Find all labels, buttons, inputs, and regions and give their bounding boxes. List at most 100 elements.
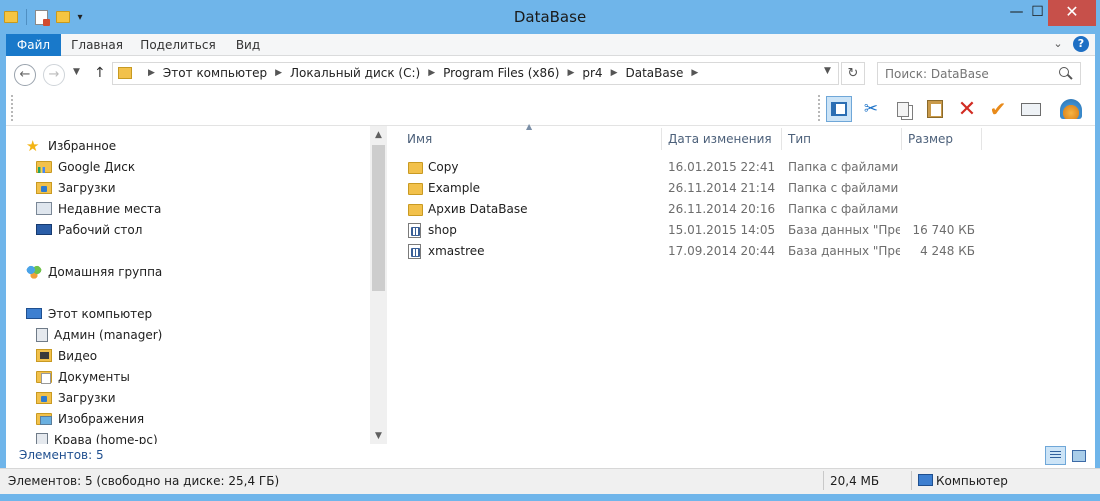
file-name-label: Архив DataBase [428, 202, 528, 216]
file-date: 17.09.2014 20:44 [668, 244, 776, 258]
file-name: Архив DataBase [408, 199, 528, 220]
file-row[interactable]: Example 26.11.2014 21:14 Папка с файлами [401, 178, 1001, 199]
status-bar [6, 444, 1095, 468]
column-header-date[interactable]: Дата изменения [662, 128, 782, 150]
column-header-size[interactable]: Размер [902, 128, 982, 150]
scrollbar-thumb[interactable] [372, 145, 385, 291]
search-input[interactable] [885, 62, 1055, 85]
nav-label: Google Диск [58, 159, 136, 174]
details-view-icon[interactable] [1045, 446, 1066, 465]
scroll-up-icon[interactable]: ▲ [370, 128, 387, 142]
chevron-right-icon[interactable]: ▶ [691, 62, 698, 85]
breadcrumb-item[interactable]: DataBase [625, 62, 683, 85]
qat-dropdown-icon[interactable]: ▾ [74, 12, 86, 23]
breadcrumb-item[interactable]: Этот компьютер [163, 62, 267, 85]
file-row[interactable]: shop 15.01.2015 14:05 База данных "Пре..… [401, 220, 1001, 241]
quick-access-toolbar: ▾ [4, 6, 86, 28]
item-count: Элементов: 5 [19, 448, 104, 462]
file-size [901, 199, 975, 220]
rename-icon[interactable]: ✔ [985, 96, 1011, 122]
status-divider [911, 471, 912, 490]
file-type: Папка с файлами [788, 181, 899, 195]
chevron-right-icon[interactable]: ▶ [428, 62, 435, 85]
help-icon[interactable]: ? [1073, 36, 1089, 52]
address-history-icon[interactable]: ▼ [824, 66, 831, 76]
network-drive-icon [36, 327, 48, 342]
nav-desktop[interactable]: Рабочий стол [36, 219, 142, 240]
file-type: База данных "Пре... [788, 223, 900, 237]
column-header-name[interactable]: Имя [401, 128, 662, 150]
database-file-icon [408, 244, 421, 259]
maximize-button[interactable]: ☐ [1025, 0, 1050, 26]
breadcrumb-item[interactable]: pr4 [582, 62, 602, 85]
properties-icon[interactable] [1018, 96, 1044, 122]
nav-downloads-pc[interactable]: Загрузки [36, 387, 116, 408]
computer-icon [918, 474, 933, 486]
up-button[interactable]: ↑ [94, 65, 106, 81]
chevron-right-icon[interactable]: ▶ [567, 62, 574, 85]
nav-videos[interactable]: Видео [36, 345, 97, 366]
desktop-icon [36, 224, 52, 235]
nav-recent-places[interactable]: Недавние места [36, 198, 161, 219]
nav-this-pc[interactable]: Этот компьютер [26, 303, 152, 324]
chevron-right-icon[interactable]: ▶ [611, 62, 618, 85]
nav-google-drive[interactable]: Google Диск [36, 156, 135, 177]
tab-home[interactable]: Главная [66, 34, 128, 56]
paste-icon[interactable] [922, 96, 948, 122]
preview-pane-icon[interactable] [826, 96, 852, 122]
file-size [901, 157, 975, 178]
file-name: Copy [408, 157, 458, 178]
file-name: Example [408, 178, 480, 199]
forward-button[interactable]: → [43, 64, 65, 86]
nav-label: Документы [58, 369, 130, 384]
search-icon[interactable] [1059, 67, 1069, 77]
new-folder-icon[interactable] [56, 11, 70, 23]
toolbar-grip[interactable] [11, 95, 14, 121]
file-date: 26.11.2014 21:14 [668, 181, 776, 195]
file-name-label: Example [428, 181, 481, 195]
file-size [901, 178, 975, 199]
nav-homegroup[interactable]: Домашняя группа [26, 261, 162, 282]
file-row[interactable]: Архив DataBase 26.11.2014 20:16 Папка с … [401, 199, 1001, 220]
toolbar-grip[interactable] [818, 95, 821, 121]
nav-pictures[interactable]: Изображения [36, 408, 144, 429]
pictures-folder-icon [36, 412, 52, 425]
breadcrumb-item[interactable]: Program Files (x86) [443, 62, 559, 85]
tab-file[interactable]: Файл [6, 34, 61, 56]
tab-view[interactable]: Вид [227, 34, 269, 56]
tab-share[interactable]: Поделиться [138, 34, 218, 56]
breadcrumb-item[interactable]: Локальный диск (C:) [290, 62, 420, 85]
navigation-pane: ★ Избранное Google Диск Загрузки Недавни… [6, 126, 387, 447]
file-date: 16.01.2015 22:41 [668, 160, 776, 174]
delete-icon[interactable]: ✕ [954, 96, 980, 122]
nav-label: Этот компьютер [48, 306, 153, 321]
cut-icon[interactable]: ✂ [858, 96, 884, 122]
copy-icon[interactable] [890, 96, 916, 122]
large-icons-view-icon[interactable] [1068, 446, 1089, 465]
properties-icon[interactable] [35, 9, 50, 26]
file-type: Папка с файлами [788, 160, 899, 174]
nav-downloads[interactable]: Загрузки [36, 177, 116, 198]
chevron-right-icon[interactable]: ▶ [275, 62, 282, 85]
scroll-down-icon[interactable]: ▼ [370, 429, 387, 443]
expand-ribbon-icon[interactable]: ⌄ [1050, 36, 1066, 52]
recent-locations-icon[interactable]: ▼ [73, 67, 80, 77]
chevron-right-icon[interactable]: ▶ [148, 62, 155, 85]
close-button[interactable]: ✕ [1048, 0, 1096, 26]
shell-icon[interactable] [1058, 96, 1084, 122]
folder-icon [408, 203, 423, 216]
file-row[interactable]: Copy 16.01.2015 22:41 Папка с файлами [401, 157, 1001, 178]
nav-label: Недавние места [58, 201, 162, 216]
back-button[interactable]: ← [14, 64, 36, 86]
folder-icon[interactable] [4, 11, 18, 23]
folder-icon [408, 182, 423, 195]
nav-documents[interactable]: Документы [36, 366, 130, 387]
nav-label: Загрузки [58, 390, 116, 405]
column-header-type[interactable]: Тип [782, 128, 902, 150]
window-bottom-border [0, 494, 1100, 501]
video-folder-icon [36, 349, 52, 362]
refresh-button[interactable]: ↻ [841, 62, 865, 85]
file-row[interactable]: xmastree 17.09.2014 20:44 База данных "П… [401, 241, 1001, 262]
nav-network-user[interactable]: Админ (manager) [36, 324, 162, 345]
nav-favorites[interactable]: ★ Избранное [26, 135, 116, 156]
